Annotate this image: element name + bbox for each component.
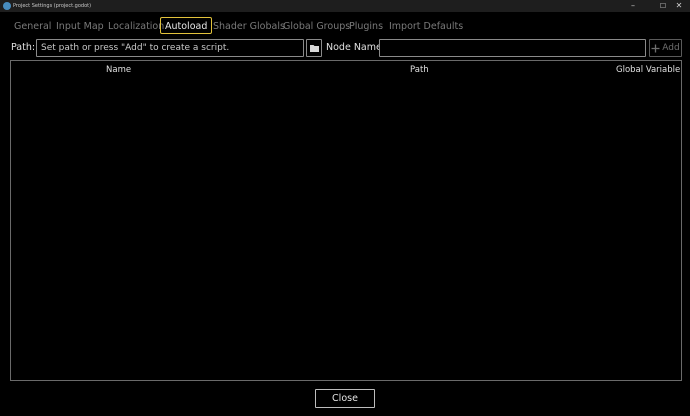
- path-label: Path:: [11, 42, 36, 53]
- add-button-label: Add: [662, 43, 680, 53]
- plus-icon: [651, 44, 660, 52]
- path-input[interactable]: Set path or press "Add" to create a scri…: [36, 39, 304, 57]
- browse-path-button[interactable]: [306, 39, 322, 57]
- node-name-label: Node Name:: [326, 42, 386, 53]
- tab-autoload[interactable]: Autoload: [160, 17, 213, 34]
- folder-icon: [309, 45, 319, 52]
- close-button[interactable]: Close: [315, 389, 375, 408]
- column-header-path[interactable]: Path: [410, 65, 429, 75]
- tab-general[interactable]: General: [14, 18, 51, 35]
- column-header-name[interactable]: Name: [106, 65, 131, 75]
- autoload-list[interactable]: Name Path Global Variable: [10, 60, 682, 381]
- node-name-input[interactable]: [379, 39, 646, 57]
- path-placeholder: Set path or press "Add" to create a scri…: [41, 43, 230, 53]
- add-autoload-button[interactable]: Add: [649, 39, 682, 57]
- tab-localization[interactable]: Localization: [108, 18, 164, 35]
- tab-global-groups[interactable]: Global Groups: [283, 18, 350, 35]
- window-title: Project Settings (project.godot): [13, 3, 92, 9]
- minimize-button[interactable]: –: [622, 0, 644, 12]
- tab-import-defaults[interactable]: Import Defaults: [389, 18, 463, 35]
- tab-plugins[interactable]: Plugins: [349, 18, 383, 35]
- tab-input-map[interactable]: Input Map: [56, 18, 104, 35]
- column-header-global-variable[interactable]: Global Variable: [616, 65, 680, 75]
- tab-shader-globals[interactable]: Shader Globals: [213, 18, 285, 35]
- godot-app-icon: [3, 2, 11, 10]
- window-close-button[interactable]: ✕: [668, 0, 690, 12]
- window-titlebar: Project Settings (project.godot) – ☐ ✕: [0, 0, 690, 12]
